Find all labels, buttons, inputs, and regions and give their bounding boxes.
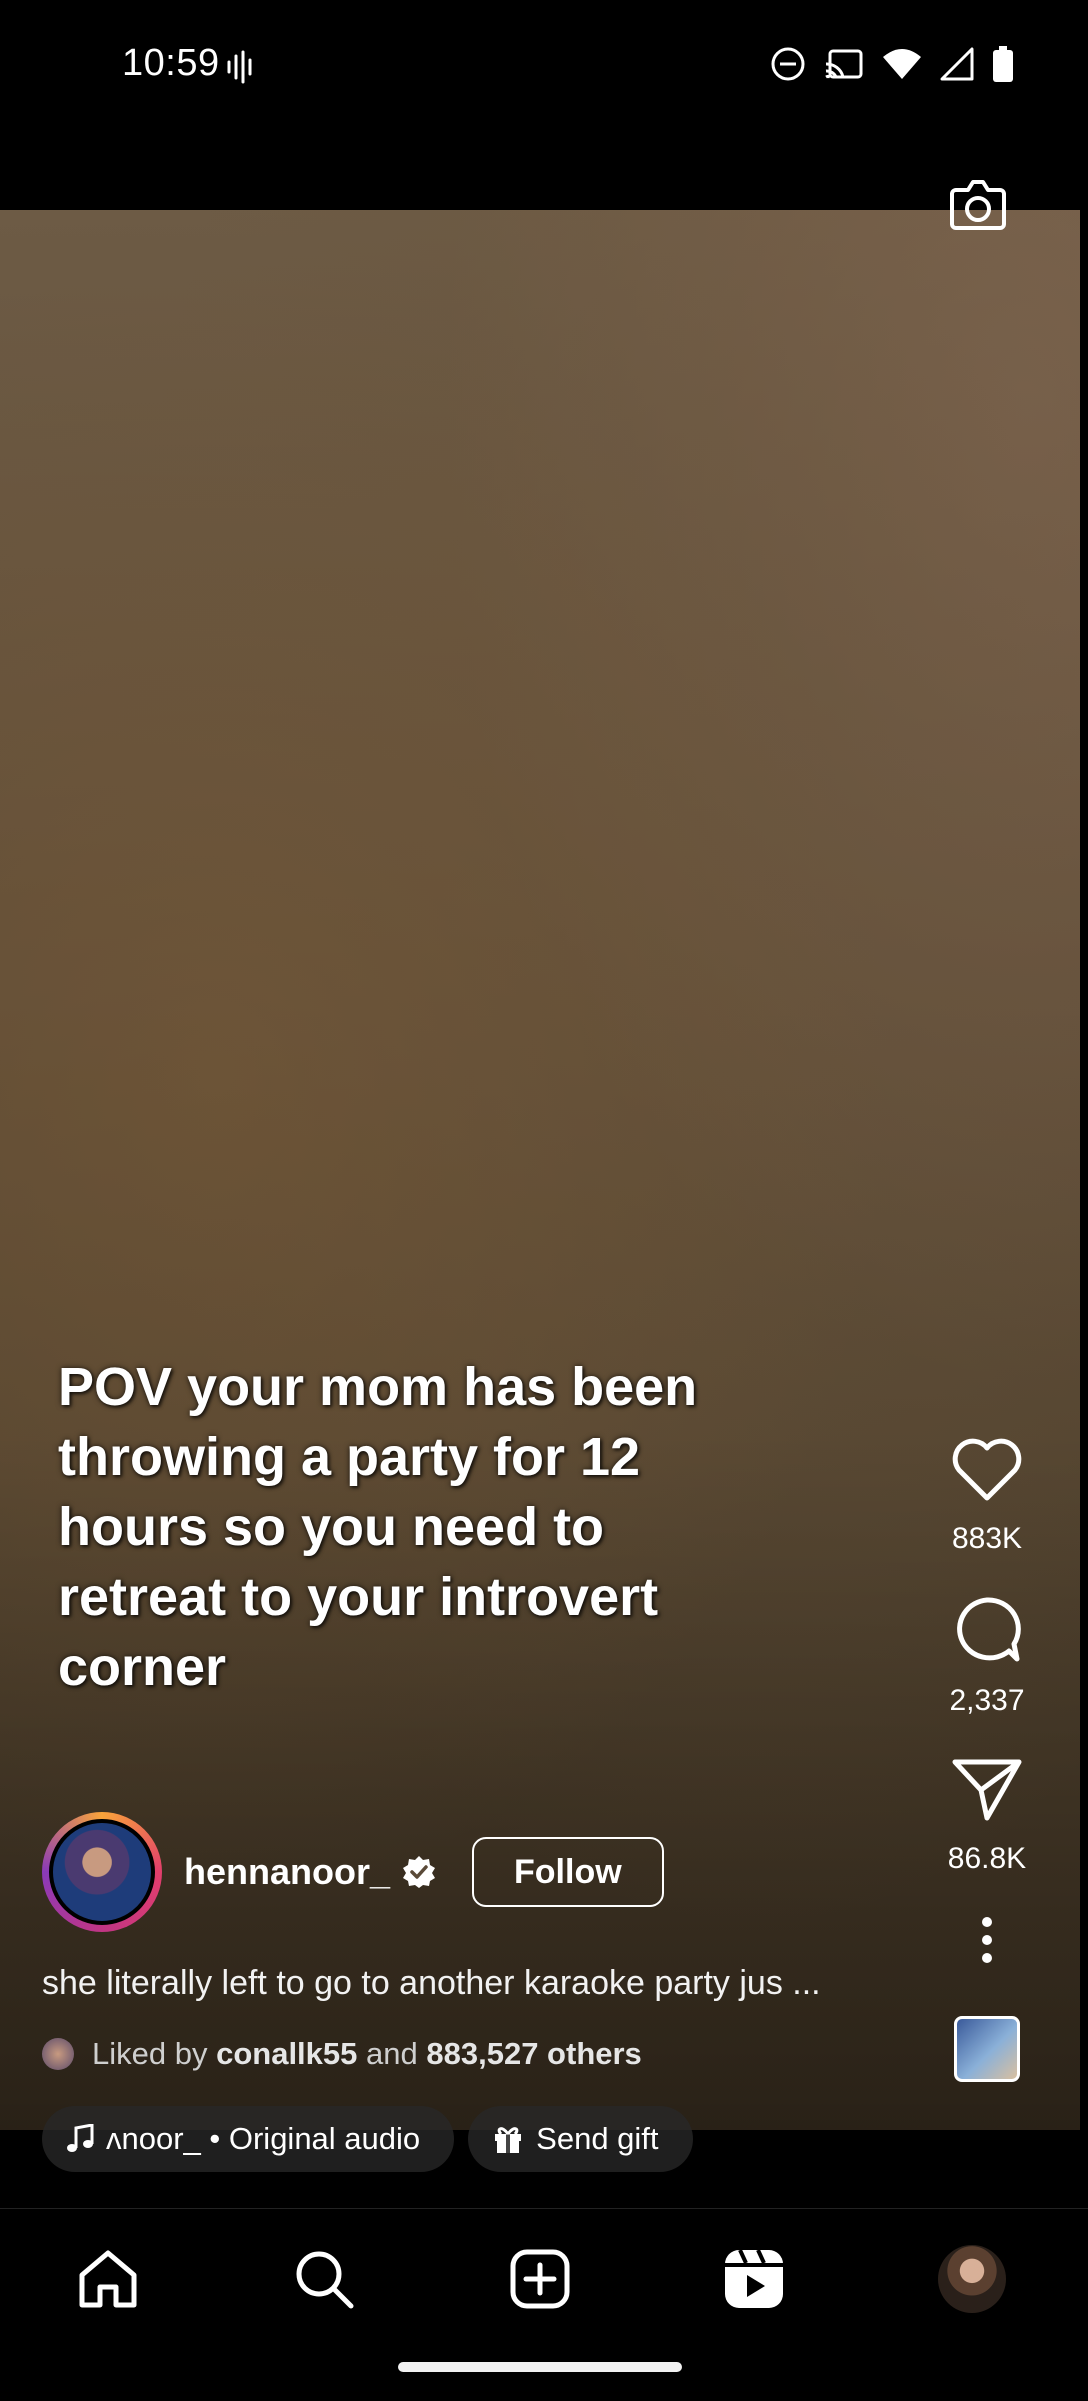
like-count: 883K <box>951 1522 1023 1555</box>
liked-by-user[interactable]: conallk55 <box>216 2036 357 2072</box>
share-count: 86.8K <box>947 1842 1027 1875</box>
camera-icon[interactable] <box>946 172 1010 236</box>
author-row: hennanoor_ Follow <box>42 1812 664 1932</box>
comment-icon[interactable] <box>951 1594 1023 1664</box>
music-note-icon <box>67 2124 94 2152</box>
verified-badge-icon <box>403 1856 436 1888</box>
do-not-disturb-icon <box>771 47 805 81</box>
send-icon[interactable] <box>951 1756 1023 1822</box>
cell-signal-icon <box>940 47 974 81</box>
voice-activity-icon <box>227 50 252 84</box>
audio-thumbnail[interactable] <box>954 2016 1020 2082</box>
nav-search[interactable] <box>286 2241 362 2317</box>
share-action[interactable]: 86.8K <box>948 1756 1026 1876</box>
more-options-icon[interactable] <box>977 1916 997 1964</box>
author-avatar[interactable] <box>42 1812 162 1932</box>
avatar-image <box>49 1819 155 1925</box>
original-audio-label: ʌnoor_ • Original audio <box>106 2121 421 2156</box>
profile-avatar[interactable] <box>938 2245 1006 2313</box>
wifi-icon <box>883 49 921 79</box>
chip-row: ʌnoor_ • Original audio Send gift <box>42 2106 693 2172</box>
heart-icon[interactable] <box>951 1438 1023 1502</box>
side-actions: 883K 2,337 86.8K <box>914 1438 1060 2082</box>
liked-by-avatar <box>42 2038 74 2070</box>
liked-by-and: and <box>366 2036 418 2071</box>
status-bar: 10:59 <box>0 0 1088 134</box>
reels-icon[interactable] <box>722 2247 786 2311</box>
status-icons <box>770 46 1014 82</box>
liked-by-prefix: Liked by <box>92 2036 208 2071</box>
follow-button[interactable]: Follow <box>472 1837 664 1907</box>
search-icon[interactable] <box>292 2247 356 2311</box>
author-username[interactable]: hennanoor_ <box>184 1851 390 1893</box>
nav-create[interactable] <box>502 2241 578 2317</box>
battery-icon <box>993 46 1013 82</box>
cast-icon <box>825 49 863 79</box>
comment-count: 2,337 <box>949 1684 1025 1717</box>
nav-home[interactable] <box>70 2241 146 2317</box>
video-caption-overlay: POV your mom has been throwing a party f… <box>58 1357 698 1697</box>
home-icon[interactable] <box>76 2247 140 2311</box>
home-indicator[interactable] <box>398 2362 682 2372</box>
comment-action[interactable]: 2,337 <box>949 1594 1025 1718</box>
nav-reels[interactable] <box>716 2241 792 2317</box>
status-time: 10:59 <box>122 42 220 84</box>
liked-by-others[interactable]: 883,527 others <box>426 2036 641 2072</box>
send-gift-label: Send gift <box>536 2121 659 2156</box>
original-audio-chip[interactable]: ʌnoor_ • Original audio <box>42 2106 455 2172</box>
reel-description[interactable]: she literally left to go to another kara… <box>42 1964 821 2003</box>
nav-profile[interactable] <box>934 2241 1010 2317</box>
like-action[interactable]: 883K <box>951 1438 1023 1556</box>
liked-by-row[interactable]: Liked by conallk55 and 883,527 others <box>42 2036 642 2072</box>
bottom-nav <box>0 2208 1088 2401</box>
create-post-icon[interactable] <box>509 2248 571 2310</box>
gift-icon <box>495 2127 522 2153</box>
send-gift-chip[interactable]: Send gift <box>468 2106 693 2172</box>
